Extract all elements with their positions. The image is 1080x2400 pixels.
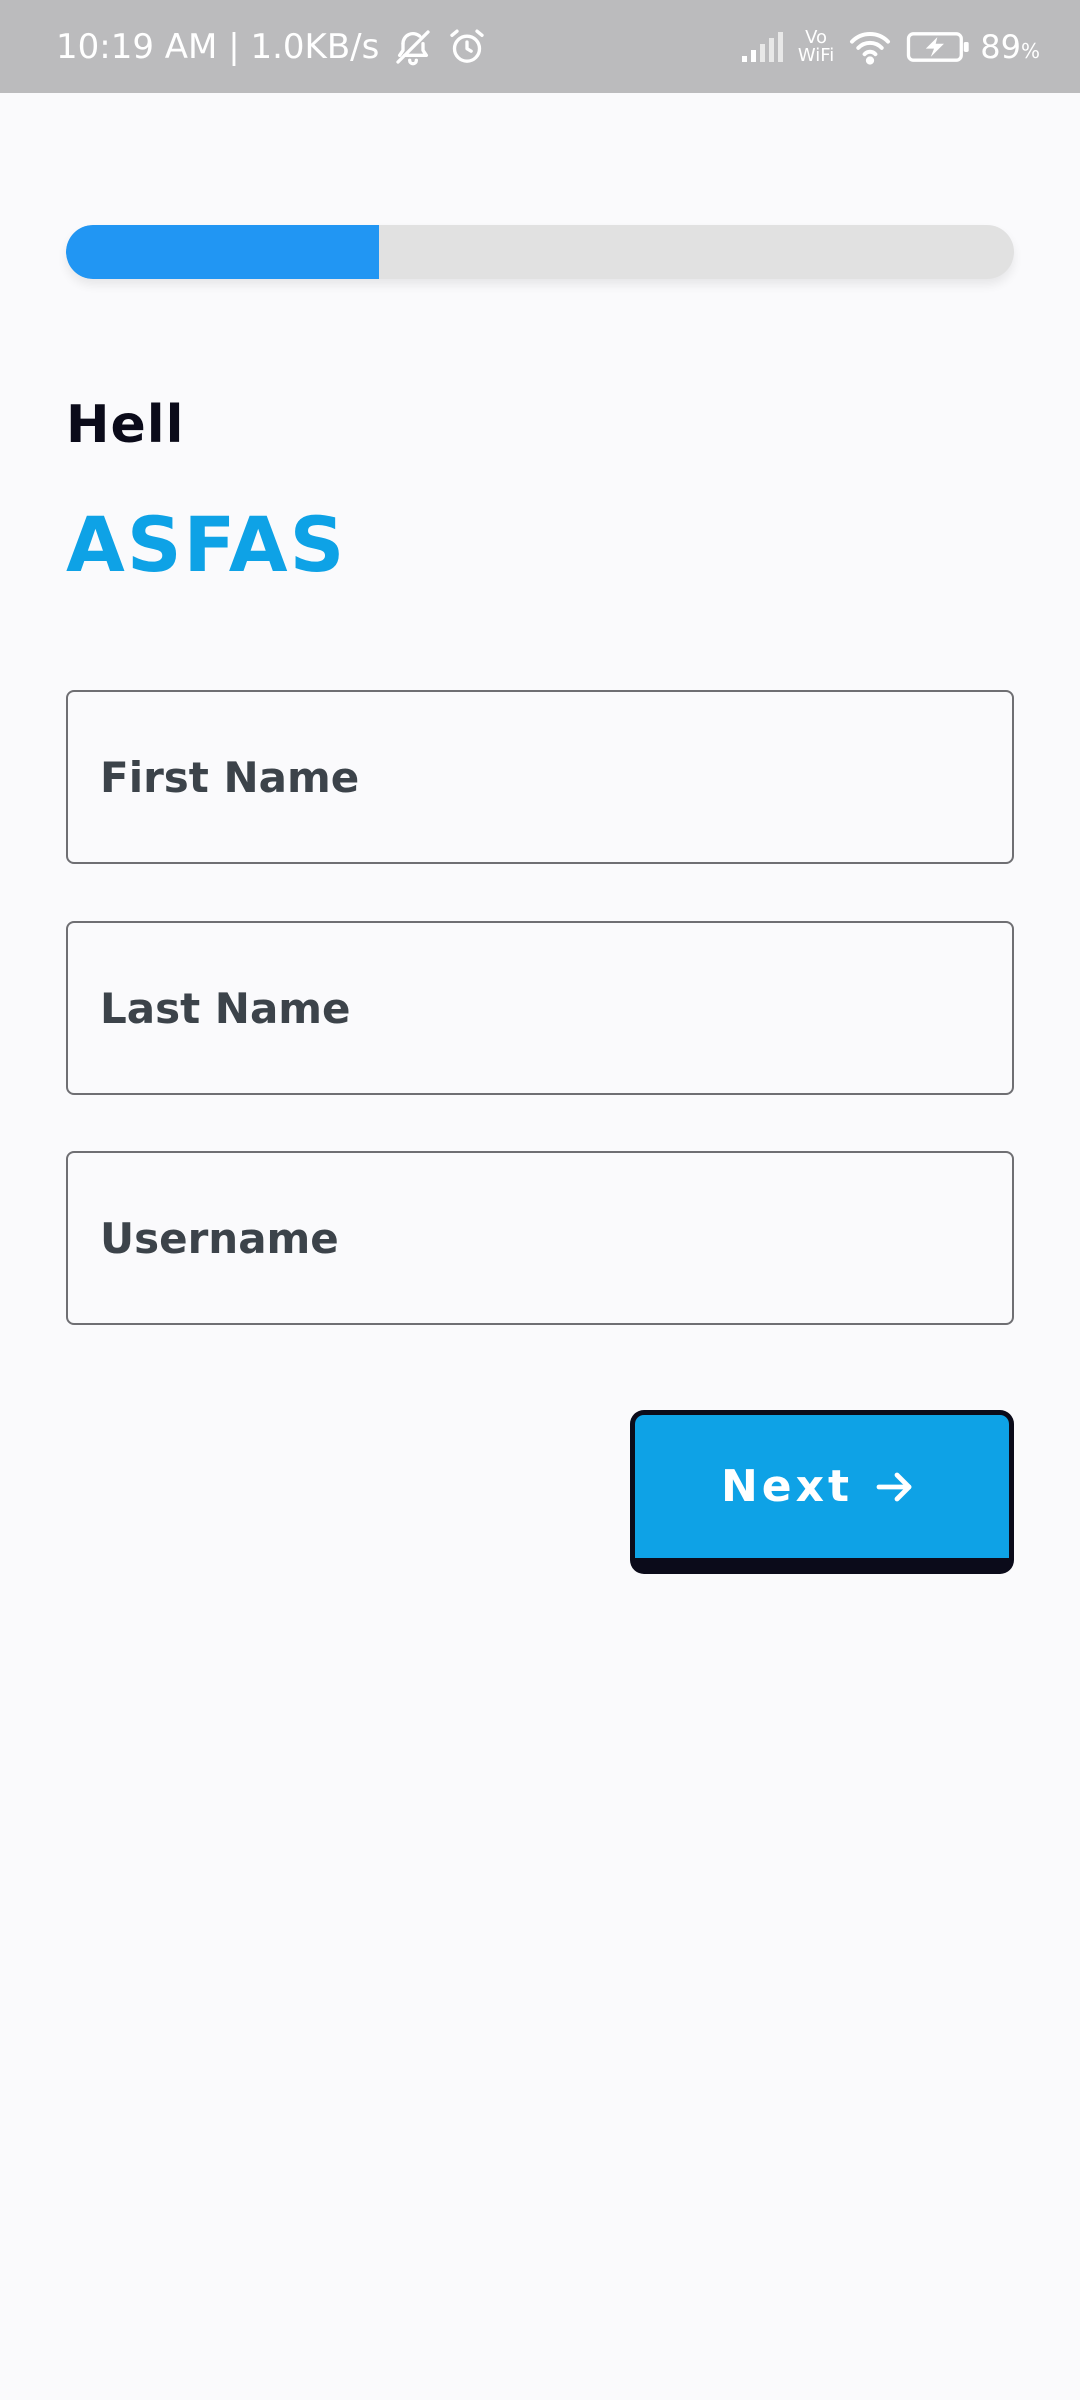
signal-strength-icon xyxy=(740,30,786,64)
battery-unit: % xyxy=(1020,38,1040,63)
battery-level: 89% xyxy=(980,28,1040,66)
wifi-icon xyxy=(848,29,892,65)
arrow-right-icon xyxy=(867,1463,923,1511)
status-right: Vo WiFi 89% xyxy=(726,28,1040,66)
status-left: 10:19 AM | 1.0KB/s xyxy=(56,27,487,67)
status-time-speed: 10:19 AM | 1.0KB/s xyxy=(56,26,380,67)
vowifi-bottom-label: WiFi xyxy=(797,44,835,66)
vowifi-indicator: Vo WiFi xyxy=(797,26,835,66)
onboarding-progress-bar xyxy=(66,225,1014,279)
battery-value: 89 xyxy=(980,27,1021,66)
vowifi-top-label: Vo xyxy=(805,26,827,48)
alarm-clock-icon xyxy=(447,27,487,67)
bell-off-icon xyxy=(393,27,433,67)
progress-fill xyxy=(66,225,379,279)
first-name-input[interactable] xyxy=(68,692,1012,862)
status-bar: 10:19 AM | 1.0KB/s Vo WiFi 89% xyxy=(0,0,1080,93)
next-button-label: Next xyxy=(720,1461,854,1512)
last-name-field[interactable] xyxy=(66,921,1014,1095)
username-input[interactable] xyxy=(68,1153,1012,1323)
user-name-heading: ASFAS xyxy=(66,500,347,589)
last-name-input[interactable] xyxy=(68,923,1012,1093)
username-field[interactable] xyxy=(66,1151,1014,1325)
battery-charging-icon xyxy=(906,30,972,64)
next-button[interactable]: Next xyxy=(630,1410,1014,1574)
greeting-text: Hell xyxy=(66,395,185,455)
first-name-field[interactable] xyxy=(66,690,1014,864)
